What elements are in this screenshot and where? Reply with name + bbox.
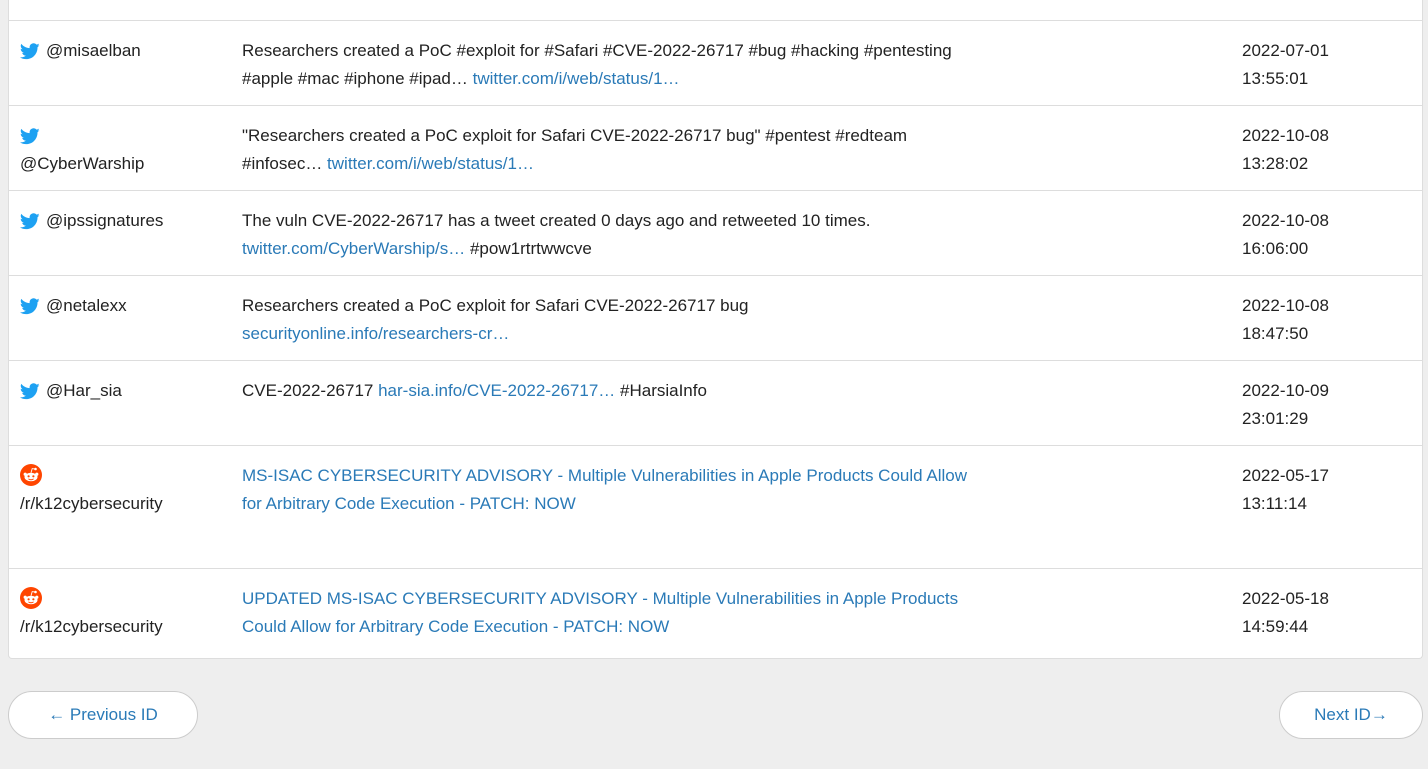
mention-text: #pow1rtrtwwcve (465, 239, 592, 258)
mention-link[interactable]: securityonline.info/researchers-cr… (242, 324, 509, 343)
date-cell: 2022-05-17 13:11:14 (1242, 462, 1412, 518)
mention-text-cell: MS-ISAC CYBERSECURITY ADVISORY - Multipl… (242, 462, 1232, 518)
mention-text: Researchers created a PoC #exploit for #… (242, 41, 952, 60)
date-cell: 2022-10-08 13:28:02 (1242, 122, 1412, 178)
date-text: 2022-10-08 (1242, 296, 1329, 315)
mention-text: #HarsiaInfo (615, 381, 707, 400)
twitter-icon (19, 296, 40, 315)
mention-text: CVE-2022-26717 (242, 381, 379, 400)
date-text: 2022-10-08 (1242, 126, 1329, 145)
user-name: @CyberWarship (20, 154, 145, 173)
mention-link[interactable]: Could Allow for Arbitrary Code Execution… (242, 617, 669, 636)
source-user-cell: /r/k12cybersecurity (20, 585, 225, 641)
date-cell: 2022-10-09 23:01:29 (1242, 377, 1412, 433)
date-text: 2022-10-09 (1242, 381, 1329, 400)
mention-text-cell: Researchers created a PoC #exploit for #… (242, 37, 1232, 93)
mention-link[interactable]: MS-ISAC CYBERSECURITY ADVISORY - Multipl… (242, 466, 967, 485)
source-user-cell: @CyberWarship (19, 122, 225, 178)
reddit-icon (20, 586, 42, 609)
mentions-table: @misaelban Researchers created a PoC #exp… (8, 0, 1423, 659)
time-text: 23:01:29 (1242, 409, 1309, 428)
table-row: /r/k12cybersecurity MS-ISAC CYBERSECURITY… (9, 445, 1422, 569)
mention-link[interactable]: twitter.com/i/web/status/1… (473, 69, 680, 88)
mention-text: "Researchers created a PoC exploit for S… (242, 126, 908, 145)
time-text: 14:59:44 (1242, 617, 1309, 636)
user-name: /r/k12cybersecurity (20, 494, 163, 513)
mention-text: #infosec… (242, 154, 328, 173)
table-row: @CyberWarship "Researchers created a PoC … (9, 105, 1422, 191)
date-text: 2022-05-18 (1242, 589, 1329, 608)
table-row: @Har_sia CVE-2022-26717 har-sia.info/CVE-… (9, 360, 1422, 446)
source-user-cell: @netalexx (19, 292, 225, 320)
time-text: 13:11:14 (1242, 494, 1307, 513)
time-text: 13:28:02 (1242, 154, 1309, 173)
source-user-cell: @misaelban (19, 37, 225, 65)
mention-link[interactable]: har-sia.info/CVE-2022-26717… (378, 381, 615, 400)
user-name: /r/k12cybersecurity (20, 617, 163, 636)
date-text: 2022-07-01 (1242, 41, 1329, 60)
mention-link[interactable]: for Arbitrary Code Execution - PATCH: NO… (242, 494, 576, 513)
twitter-icon (19, 211, 40, 230)
reddit-icon (20, 463, 42, 486)
next-id-button[interactable]: Next ID→ (1279, 691, 1423, 739)
mention-text: Researchers created a PoC exploit for Sa… (242, 296, 749, 315)
date-text: 2022-10-08 (1242, 211, 1329, 230)
date-cell: 2022-05-18 14:59:44 (1242, 585, 1412, 641)
table-row: @ipssignatures The vuln CVE-2022-26717 ha… (9, 190, 1422, 276)
date-text: 2022-05-17 (1242, 466, 1329, 485)
table-row: /r/k12cybersecurity UPDATED MS-ISAC CYBER… (9, 568, 1422, 660)
user-name: @netalexx (46, 296, 127, 315)
time-text: 16:06:00 (1242, 239, 1309, 258)
previous-id-button[interactable]: ← Previous ID (8, 691, 198, 739)
user-name: @misaelban (46, 41, 141, 60)
mention-text-cell: Researchers created a PoC exploit for Sa… (242, 292, 1232, 348)
user-name: @ipssignatures (46, 211, 164, 230)
source-user-cell: @Har_sia (19, 377, 225, 405)
mention-text-cell: "Researchers created a PoC exploit for S… (242, 122, 1232, 178)
time-text: 13:55:01 (1242, 69, 1309, 88)
mention-text-cell: The vuln CVE-2022-26717 has a tweet crea… (242, 207, 1232, 263)
table-row: @netalexx Researchers created a PoC explo… (9, 275, 1422, 361)
time-text: 18:47:50 (1242, 324, 1309, 343)
twitter-icon (19, 126, 40, 145)
twitter-icon (19, 381, 40, 400)
date-cell: 2022-10-08 16:06:00 (1242, 207, 1412, 263)
user-name: @Har_sia (46, 381, 122, 400)
mention-link[interactable]: twitter.com/CyberWarship/s… (242, 239, 465, 258)
mention-text-cell: CVE-2022-26717 har-sia.info/CVE-2022-267… (242, 377, 1232, 405)
table-row: @misaelban Researchers created a PoC #exp… (9, 20, 1422, 106)
source-user-cell: @ipssignatures (19, 207, 225, 235)
source-user-cell: /r/k12cybersecurity (20, 462, 225, 518)
mention-text: #apple #mac #iphone #ipad… (242, 69, 473, 88)
mention-link[interactable]: twitter.com/i/web/status/1… (327, 154, 534, 173)
twitter-icon (19, 41, 40, 60)
mention-link[interactable]: UPDATED MS-ISAC CYBERSECURITY ADVISORY -… (242, 589, 958, 608)
date-cell: 2022-10-08 18:47:50 (1242, 292, 1412, 348)
mention-text-cell: UPDATED MS-ISAC CYBERSECURITY ADVISORY -… (242, 585, 1232, 641)
mention-text: The vuln CVE-2022-26717 has a tweet crea… (242, 211, 871, 230)
date-cell: 2022-07-01 13:55:01 (1242, 37, 1412, 93)
